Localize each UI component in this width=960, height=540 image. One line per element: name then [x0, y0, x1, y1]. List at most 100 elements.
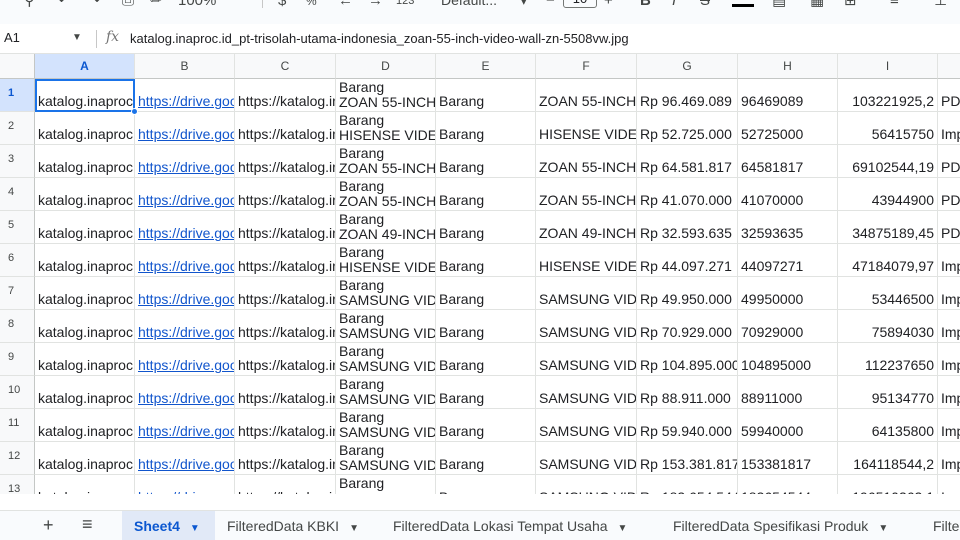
cell-h10[interactable]: 88911000	[738, 376, 838, 409]
cell-j5[interactable]: PD	[938, 211, 960, 244]
cell-c7[interactable]: https://katalog.in	[235, 277, 336, 310]
cell-h8[interactable]: 70929000	[738, 310, 838, 343]
cell-e9[interactable]: Barang	[436, 343, 536, 376]
cell-a12[interactable]: katalog.inaproc.i	[35, 442, 135, 475]
tab-sheet4[interactable]: Sheet4 ▼	[122, 511, 215, 540]
cell-f7[interactable]: SAMSUNG VIDE	[536, 277, 637, 310]
cell-j3[interactable]: PD	[938, 145, 960, 178]
cell-b13[interactable]: https://drive.goo	[135, 475, 235, 494]
cell-h3[interactable]: 64581817	[738, 145, 838, 178]
cell-c12[interactable]: https://katalog.in	[235, 442, 336, 475]
currency-format-icon[interactable]: $	[278, 0, 286, 10]
tab-filte[interactable]: Filte	[921, 511, 960, 540]
print-icon[interactable]: ⎙	[122, 0, 134, 10]
borders-icon[interactable]: ▦	[810, 0, 824, 10]
cell-b3[interactable]: https://drive.goo	[135, 145, 235, 178]
cell-c4[interactable]: https://katalog.in	[235, 178, 336, 211]
cell-b4[interactable]: https://drive.goo	[135, 178, 235, 211]
row-header[interactable]: 11	[0, 409, 35, 442]
cell-d7[interactable]: Barang SAMSUNG VIDE	[336, 277, 436, 310]
cell-j4[interactable]: PD	[938, 178, 960, 211]
strikethrough-icon[interactable]: S	[700, 0, 710, 10]
cell-b6[interactable]: https://drive.goo	[135, 244, 235, 277]
column-header-d[interactable]: D	[336, 54, 436, 79]
cell-g6[interactable]: Rp 44.097.271	[637, 244, 738, 277]
cell-h13[interactable]: 183654544	[738, 475, 838, 494]
cell-g5[interactable]: Rp 32.593.635	[637, 211, 738, 244]
cell-g12[interactable]: Rp 153.381.817	[637, 442, 738, 475]
cell-e13[interactable]: Barang	[436, 475, 536, 494]
cell-f10[interactable]: SAMSUNG VIDE	[536, 376, 637, 409]
cell-h2[interactable]: 52725000	[738, 112, 838, 145]
cell-a9[interactable]: katalog.inaproc.i	[35, 343, 135, 376]
select-all-corner[interactable]	[0, 54, 35, 79]
cell-link[interactable]: https://drive.goo	[138, 456, 234, 472]
cell-link[interactable]: https://drive.goo	[138, 390, 234, 406]
cell-d8[interactable]: Barang SAMSUNG VIDE	[336, 310, 436, 343]
cell-a4[interactable]: katalog.inaproc.i	[35, 178, 135, 211]
column-header-j[interactable]	[938, 54, 960, 79]
cell-f3[interactable]: ZOAN 55-INCH	[536, 145, 637, 178]
cell-i5[interactable]: 34875189,45	[838, 211, 938, 244]
cell-e4[interactable]: Barang	[436, 178, 536, 211]
row-header[interactable]: 2	[0, 112, 35, 145]
cell-link[interactable]: https://drive.goo	[138, 324, 234, 340]
decrease-decimal-icon[interactable]: ←	[338, 0, 353, 10]
cell-link[interactable]: https://drive.goo	[138, 423, 234, 439]
cell-e3[interactable]: Barang	[436, 145, 536, 178]
vertical-align-icon[interactable]: ⊥	[934, 0, 947, 10]
cell-a8[interactable]: katalog.inaproc.i	[35, 310, 135, 343]
font-select[interactable]: Default...	[441, 0, 497, 8]
cell-a6[interactable]: katalog.inaproc.i	[35, 244, 135, 277]
column-header-f[interactable]: F	[536, 54, 637, 79]
cell-link[interactable]: https://drive.goo	[138, 159, 234, 175]
font-size-input[interactable]: 10	[563, 0, 597, 8]
all-sheets-icon[interactable]: ≡	[82, 514, 93, 535]
column-header-b[interactable]: B	[135, 54, 235, 79]
cell-h11[interactable]: 59940000	[738, 409, 838, 442]
cell-g11[interactable]: Rp 59.940.000	[637, 409, 738, 442]
cell-a10[interactable]: katalog.inaproc.i	[35, 376, 135, 409]
cell-h1[interactable]: 96469089	[738, 79, 838, 112]
horizontal-align-icon[interactable]: ≡	[890, 0, 899, 10]
column-header-c[interactable]: C	[235, 54, 336, 79]
cell-h7[interactable]: 49950000	[738, 277, 838, 310]
cell-a7[interactable]: katalog.inaproc.i	[35, 277, 135, 310]
undo-icon[interactable]: ↶	[58, 0, 71, 10]
cell-i8[interactable]: 75894030	[838, 310, 938, 343]
cell-e7[interactable]: Barang	[436, 277, 536, 310]
cell-c10[interactable]: https://katalog.in	[235, 376, 336, 409]
row-header[interactable]: 4	[0, 178, 35, 211]
column-header-e[interactable]: E	[436, 54, 536, 79]
cell-g10[interactable]: Rp 88.911.000	[637, 376, 738, 409]
row-header[interactable]: 6	[0, 244, 35, 277]
cell-d10[interactable]: Barang SAMSUNG VIDE	[336, 376, 436, 409]
cell-e1[interactable]: Barang	[436, 79, 536, 112]
more-formats-button[interactable]: 123	[396, 0, 414, 10]
cell-i12[interactable]: 164118544,2	[838, 442, 938, 475]
row-header[interactable]: 10	[0, 376, 35, 409]
redo-icon[interactable]: ↷	[88, 0, 101, 10]
cell-b1[interactable]: https://drive.goo	[135, 79, 235, 112]
cell-j2[interactable]: Imp	[938, 112, 960, 145]
cell-j7[interactable]: Imp	[938, 277, 960, 310]
merge-cells-icon[interactable]: ⊞	[844, 0, 857, 10]
cell-i7[interactable]: 53446500	[838, 277, 938, 310]
bold-icon[interactable]: B	[640, 0, 651, 10]
cell-link[interactable]: https://drive.goo	[138, 93, 234, 109]
cell-d6[interactable]: BarangHISENSE VIDEO	[336, 244, 436, 277]
search-menus-icon[interactable]: ⚲	[24, 0, 35, 10]
name-box[interactable]: A1	[4, 30, 20, 45]
row-header[interactable]: 7	[0, 277, 35, 310]
cell-d5[interactable]: Barang ZOAN 49-INCH	[336, 211, 436, 244]
cell-a11[interactable]: katalog.inaproc.i	[35, 409, 135, 442]
cell-link[interactable]: https://drive.goo	[138, 225, 234, 241]
cell-e2[interactable]: Barang	[436, 112, 536, 145]
fill-handle[interactable]	[131, 108, 138, 115]
cell-j13[interactable]: Imp	[938, 475, 960, 494]
cell-b8[interactable]: https://drive.goo	[135, 310, 235, 343]
cell-i1[interactable]: 103221925,2	[838, 79, 938, 112]
cell-h6[interactable]: 44097271	[738, 244, 838, 277]
cell-j12[interactable]: Imp	[938, 442, 960, 475]
formula-input[interactable]: katalog.inaproc.id_pt-trisolah-utama-ind…	[130, 31, 629, 46]
